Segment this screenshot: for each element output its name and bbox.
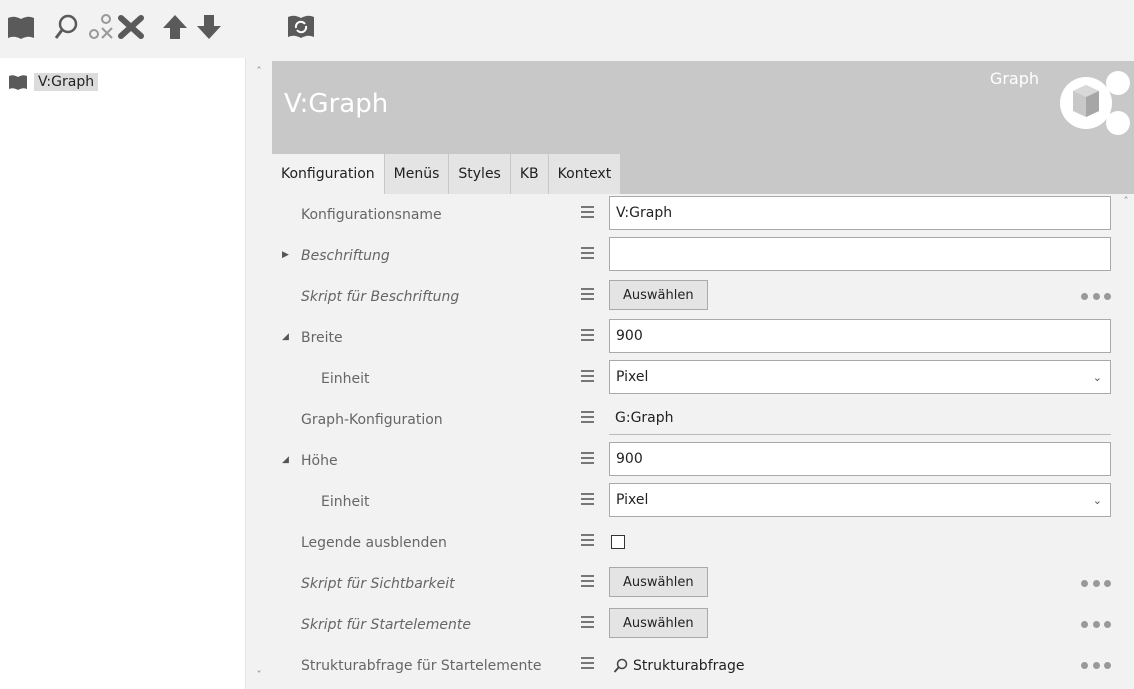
form-row-hoehe-einheit: Einheit Pixel ⌄ — [272, 481, 1134, 522]
menu-icon[interactable] — [581, 206, 595, 222]
tab-styles[interactable]: Styles — [448, 154, 510, 194]
field-label: Einheit — [321, 370, 370, 387]
link-label: Strukturabfrage — [633, 657, 745, 674]
tab-kb[interactable]: KB — [509, 154, 548, 194]
page-title: V:Graph — [284, 89, 389, 119]
form-row-skript-beschriftung: Skript für Beschriftung Auswählen — [272, 276, 1134, 317]
more-options-icon[interactable] — [1081, 289, 1111, 303]
chevron-down-icon: ⌄ — [1092, 493, 1102, 507]
tab-bar: Konfiguration Menüs Styles KB Kontext — [272, 154, 621, 194]
menu-icon[interactable] — [581, 575, 595, 591]
disconnect-icon[interactable] — [86, 12, 116, 42]
move-down-icon[interactable] — [194, 12, 224, 42]
tree-item-label: V:Graph — [34, 73, 99, 91]
select-script-button[interactable]: Auswählen — [609, 608, 708, 638]
field-label: Beschriftung — [301, 247, 390, 264]
tab-menus[interactable]: Menüs — [383, 154, 449, 194]
graph-konfiguration-value: G:Graph — [609, 401, 1111, 435]
hoehe-einheit-select[interactable]: Pixel ⌄ — [609, 483, 1111, 517]
move-up-icon[interactable] — [160, 12, 190, 42]
breite-input[interactable]: 900 — [609, 319, 1111, 353]
legende-ausblenden-checkbox[interactable] — [611, 535, 625, 549]
menu-icon[interactable] — [581, 452, 595, 468]
menu-icon[interactable] — [581, 247, 595, 263]
collapse-arrow-icon[interactable]: ◢ — [282, 331, 294, 343]
field-label: Konfigurationsname — [301, 206, 442, 223]
more-options-icon[interactable] — [1081, 576, 1111, 590]
graph-icon — [1060, 71, 1130, 135]
book-icon[interactable] — [6, 12, 36, 42]
form-row-graph-konfiguration: Graph-Konfiguration G:Graph — [272, 399, 1134, 440]
tree-scrollbar[interactable]: ˆ ˇ — [246, 58, 272, 689]
more-options-icon[interactable] — [1081, 658, 1111, 672]
collapse-arrow-icon[interactable]: ◢ — [282, 454, 294, 466]
breite-einheit-select[interactable]: Pixel ⌄ — [609, 360, 1111, 394]
book-icon — [9, 75, 27, 90]
form-row-hoehe: ◢ Höhe 900 — [272, 440, 1134, 481]
toolbar — [0, 0, 1134, 58]
scroll-down-icon[interactable]: ˇ — [253, 670, 265, 682]
form-row-skript-sichtbarkeit: Skript für Sichtbarkeit Auswählen — [272, 563, 1134, 604]
scroll-up-icon[interactable]: ˆ — [253, 66, 265, 78]
tree-item[interactable]: V:Graph — [8, 70, 99, 94]
delete-icon[interactable] — [116, 12, 146, 42]
tree-pane: V:Graph — [0, 58, 246, 689]
expand-arrow-icon[interactable]: ▶ — [282, 249, 294, 261]
tab-konfiguration[interactable]: Konfiguration — [272, 154, 384, 194]
menu-icon[interactable] — [581, 657, 595, 673]
form-row-skript-startelemente: Skript für Startelemente Auswählen — [272, 604, 1134, 645]
field-label: Einheit — [321, 493, 370, 510]
form-row-beschriftung: ▶ Beschriftung — [272, 235, 1134, 276]
form-row-konfigurationsname: Konfigurationsname V:Graph — [272, 194, 1134, 235]
type-label: Graph — [989, 69, 1039, 88]
menu-icon[interactable] — [581, 329, 595, 345]
select-value: Pixel — [616, 492, 649, 508]
strukturabfrage-link[interactable]: Strukturabfrage — [609, 645, 744, 686]
form-row-strukturabfrage: Strukturabfrage für Startelemente Strukt… — [272, 645, 1134, 686]
menu-icon[interactable] — [581, 616, 595, 632]
field-label: Legende ausblenden — [301, 534, 447, 551]
menu-icon[interactable] — [581, 411, 595, 427]
field-label: Skript für Beschriftung — [301, 288, 460, 305]
field-label: Breite — [301, 329, 343, 346]
refresh-book-icon[interactable] — [286, 12, 316, 42]
search-icon — [613, 658, 628, 673]
field-label: Höhe — [301, 452, 338, 469]
konfigurationsname-input[interactable]: V:Graph — [609, 196, 1111, 230]
form-scrollbar[interactable]: ˆ — [1118, 194, 1134, 689]
beschriftung-input[interactable] — [609, 237, 1111, 271]
search-icon[interactable] — [52, 12, 82, 42]
menu-icon[interactable] — [581, 370, 595, 386]
form-row-breite: ◢ Breite 900 — [272, 317, 1134, 358]
field-label: Graph-Konfiguration — [301, 411, 443, 428]
hoehe-input[interactable]: 900 — [609, 442, 1111, 476]
menu-icon[interactable] — [581, 534, 595, 550]
menu-icon[interactable] — [581, 493, 595, 509]
config-form: Konfigurationsname V:Graph ▶ Beschriftun… — [272, 194, 1134, 689]
select-script-button[interactable]: Auswählen — [609, 567, 708, 597]
tab-kontext[interactable]: Kontext — [547, 154, 621, 194]
select-script-button[interactable]: Auswählen — [609, 280, 708, 310]
select-value: Pixel — [616, 369, 649, 385]
field-label: Skript für Startelemente — [301, 616, 472, 633]
more-options-icon[interactable] — [1081, 617, 1111, 631]
scroll-up-icon[interactable]: ˆ — [1120, 196, 1132, 208]
form-row-legende: Legende ausblenden — [272, 522, 1134, 563]
field-label: Strukturabfrage für Startelemente — [301, 657, 542, 674]
menu-icon[interactable] — [581, 288, 595, 304]
form-row-breite-einheit: Einheit Pixel ⌄ — [272, 358, 1134, 399]
chevron-down-icon: ⌄ — [1092, 370, 1102, 384]
field-label: Skript für Sichtbarkeit — [301, 575, 455, 592]
